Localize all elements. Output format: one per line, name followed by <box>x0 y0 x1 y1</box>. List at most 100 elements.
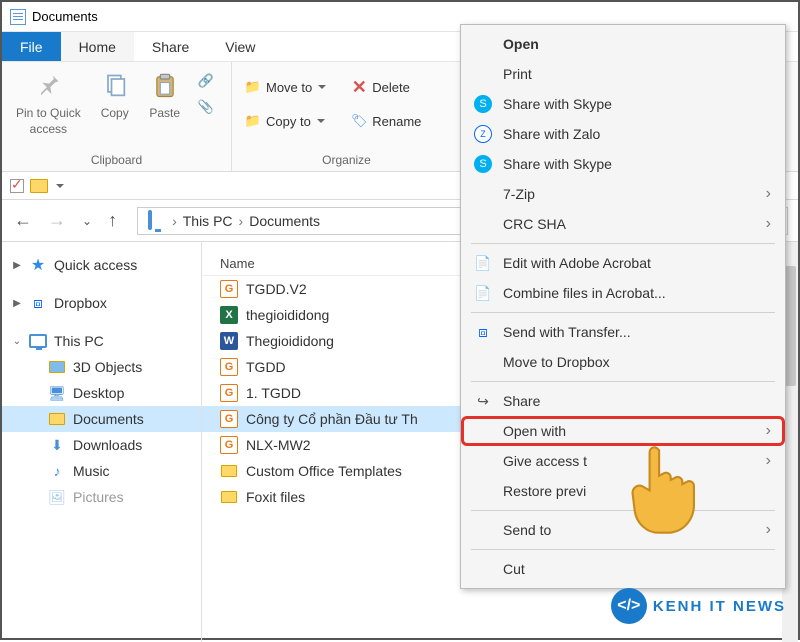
folder-icon <box>220 488 238 506</box>
chevron-right-icon: › <box>766 185 771 203</box>
rename-button[interactable]: 🏷 Rename <box>346 110 425 132</box>
skype-icon: S <box>473 94 493 114</box>
cm-restore[interactable]: Restore previ <box>461 476 785 506</box>
back-button[interactable]: ← <box>12 210 34 231</box>
tab-share[interactable]: Share <box>134 32 207 61</box>
cm-share-skype2[interactable]: SShare with Skype <box>461 149 785 179</box>
pin-to-quick-access-button[interactable]: Pin to Quick access <box>10 66 87 141</box>
cm-edit-acrobat[interactable]: 📄Edit with Adobe Acrobat <box>461 248 785 278</box>
pc-icon <box>148 212 166 230</box>
pdf-icon: 📄 <box>473 253 493 273</box>
cm-open-with[interactable]: Open with› <box>461 416 785 446</box>
separator <box>471 510 775 511</box>
cm-give-access[interactable]: Give access t› <box>461 446 785 476</box>
sidebar-documents[interactable]: Documents <box>2 406 201 432</box>
path-icon: 🔗 <box>197 72 215 90</box>
cm-7zip[interactable]: 7-Zip› <box>461 179 785 209</box>
music-icon: ♪ <box>48 463 66 479</box>
tab-home[interactable]: Home <box>61 32 134 61</box>
chevron-right-icon: › <box>766 215 771 233</box>
chevron-right-icon: › <box>766 452 771 470</box>
cm-crc-sha[interactable]: CRC SHA› <box>461 209 785 239</box>
chevron-down-icon[interactable]: ⌄ <box>12 336 22 347</box>
cm-print[interactable]: Print <box>461 59 785 89</box>
organize-group-label: Organize <box>240 153 453 169</box>
folder-icon <box>220 462 238 480</box>
sidebar-3d-objects[interactable]: 3D Objects <box>2 354 201 380</box>
navigation-pane: ▶ ★ Quick access ▶ ⧈ Dropbox ⌄ This PC 3… <box>2 242 202 642</box>
sidebar-quick-access[interactable]: ▶ ★ Quick access <box>2 252 201 278</box>
separator <box>471 243 775 244</box>
cm-combine-acrobat[interactable]: 📄Combine files in Acrobat... <box>461 278 785 308</box>
word-icon: W <box>220 332 238 350</box>
desktop-icon: 🖥 <box>48 385 66 401</box>
up-button[interactable]: ↑ <box>106 210 119 231</box>
cm-share[interactable]: ↪Share <box>461 386 785 416</box>
share-icon: ↪ <box>473 391 493 411</box>
watermark-logo-icon: </> <box>611 588 647 624</box>
pdf-icon: 📄 <box>473 283 493 303</box>
pc-icon <box>29 333 47 349</box>
clipboard-group-label: Clipboard <box>10 153 223 169</box>
tab-view[interactable]: View <box>207 32 273 61</box>
ppt-icon: G <box>220 280 238 298</box>
star-icon: ★ <box>29 257 47 273</box>
dropbox-icon: ⧈ <box>473 322 493 342</box>
dropbox-icon: ⧈ <box>29 295 47 311</box>
copy-to-icon: 📁 <box>244 112 262 130</box>
sidebar-music[interactable]: ♪Music <box>2 458 201 484</box>
watermark: </> KENH IT NEWS <box>611 588 786 624</box>
folder-icon <box>48 411 66 427</box>
move-to-button[interactable]: 📁 Move to <box>240 76 330 98</box>
copy-button[interactable]: Copy <box>93 66 137 126</box>
cm-move-dropbox[interactable]: Move to Dropbox <box>461 347 785 377</box>
cm-send-to[interactable]: Send to› <box>461 515 785 545</box>
excel-icon: X <box>220 306 238 324</box>
shortcut-icon: 📎 <box>197 98 215 116</box>
folder-icon <box>30 179 48 193</box>
folder-icon <box>48 359 66 375</box>
select-all-checkbox[interactable] <box>10 179 24 193</box>
chevron-right-icon: › <box>766 521 771 539</box>
chevron-right-icon: › <box>766 422 771 440</box>
tab-file[interactable]: File <box>2 32 61 61</box>
sidebar-this-pc[interactable]: ⌄ This PC <box>2 328 201 354</box>
copy-icon <box>99 70 131 102</box>
copy-to-button[interactable]: 📁 Copy to <box>240 110 330 132</box>
pin-icon <box>32 70 64 102</box>
cm-share-zalo[interactable]: ZShare with Zalo <box>461 119 785 149</box>
qat-dropdown[interactable] <box>56 184 64 188</box>
breadcrumb-root[interactable]: This PC <box>183 213 233 229</box>
forward-button[interactable]: → <box>46 210 68 231</box>
paste-button[interactable]: Paste <box>143 66 187 126</box>
cm-open[interactable]: Open <box>461 29 785 59</box>
cm-share-skype[interactable]: SShare with Skype <box>461 89 785 119</box>
zalo-icon: Z <box>473 124 493 144</box>
delete-icon: ✕ <box>350 78 368 96</box>
delete-button[interactable]: ✕ Delete <box>346 76 425 98</box>
downloads-icon: ⬇ <box>48 437 66 453</box>
document-icon <box>10 9 26 25</box>
sidebar-dropbox[interactable]: ▶ ⧈ Dropbox <box>2 290 201 316</box>
chevron-right-icon[interactable]: ▶ <box>12 298 22 309</box>
chevron-right-icon[interactable]: ▶ <box>12 260 22 271</box>
paste-shortcut-button[interactable]: 📎 <box>193 96 219 118</box>
sidebar-desktop[interactable]: 🖥Desktop <box>2 380 201 406</box>
sidebar-pictures[interactable]: 🖼Pictures <box>2 484 201 510</box>
watermark-text: KENH IT NEWS <box>653 598 786 615</box>
recent-dropdown[interactable]: ⌄ <box>80 214 94 228</box>
move-to-icon: 📁 <box>244 78 262 96</box>
skype-icon: S <box>473 154 493 174</box>
cm-cut[interactable]: Cut <box>461 554 785 584</box>
sidebar-downloads[interactable]: ⬇Downloads <box>2 432 201 458</box>
breadcrumb-folder[interactable]: Documents <box>249 213 320 229</box>
context-menu: Open Print SShare with Skype ZShare with… <box>460 24 786 589</box>
separator <box>471 549 775 550</box>
ppt-icon: G <box>220 358 238 376</box>
cm-send-transfer[interactable]: ⧈Send with Transfer... <box>461 317 785 347</box>
ppt-icon: G <box>220 410 238 428</box>
window-title: Documents <box>32 9 98 24</box>
pictures-icon: 🖼 <box>48 489 66 505</box>
copy-path-button[interactable]: 🔗 <box>193 70 219 92</box>
rename-icon: 🏷 <box>350 112 368 130</box>
